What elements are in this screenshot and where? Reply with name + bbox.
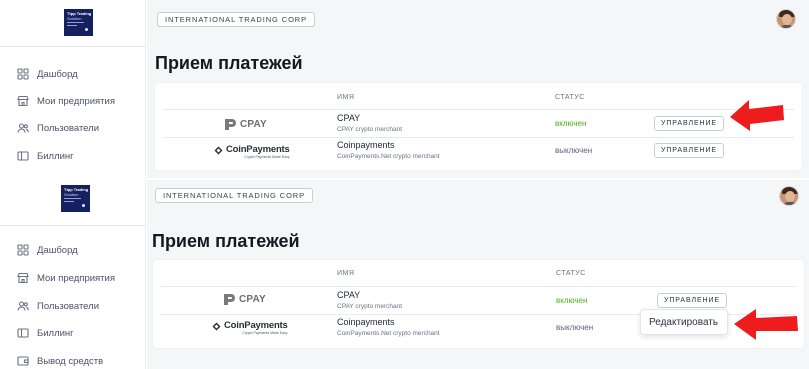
sidebar-item-label: Пользователи — [37, 122, 100, 134]
sidebar-item-label: Пользователи — [37, 300, 100, 312]
cpay-logo-icon — [224, 294, 235, 305]
row-divider — [161, 286, 796, 287]
sidebar-item-billing[interactable]: Биллинг — [17, 150, 74, 162]
sidebar-item-label: Мои предприятия — [37, 272, 115, 284]
column-header-name: ИМЯ — [337, 270, 355, 277]
billing-icon — [17, 328, 29, 338]
company-logo[interactable]: Ttpp Trading Solution — [64, 9, 93, 36]
column-header-status: СТАТУС — [555, 94, 585, 101]
coinpayments-logo-icon — [212, 322, 221, 331]
sidebar-item-label: Биллинг — [37, 327, 74, 339]
company-logo[interactable]: Ttpp Trading Solution — [61, 185, 90, 212]
sidebar-item-withdraw[interactable]: Вывод средств — [17, 355, 103, 367]
sidebar-divider — [0, 46, 146, 47]
merchant-description: CoinPayments.Net crypto merchant — [337, 153, 440, 160]
cpay-logo: CPAY — [222, 293, 266, 306]
billing-icon — [17, 151, 29, 161]
payment-methods-table: ИМЯ СТАТУС CPAY CPAY CPAY crypto merchan… — [155, 83, 802, 170]
users-icon — [17, 301, 29, 311]
main-content: INTERNATIONAL TRADING CORP Прием платеже… — [147, 180, 809, 369]
cpay-logo: CPAY — [223, 118, 267, 131]
edit-menu-item[interactable]: Редактировать — [640, 309, 728, 335]
cpay-logo-icon — [225, 119, 236, 130]
sidebar-item-enterprises[interactable]: Мои предприятия — [17, 272, 115, 284]
sidebar-item-users[interactable]: Пользователи — [17, 300, 99, 312]
user-avatar[interactable] — [776, 9, 796, 29]
page-title: Прием платежей — [152, 231, 300, 251]
dashboard-icon — [17, 68, 29, 80]
screenshot-bottom: Ttpp Trading Solution Дашборд Мои предпр… — [0, 180, 809, 369]
manage-button[interactable]: УПРАВЛЕНИЕ — [654, 143, 724, 158]
user-avatar[interactable] — [779, 186, 799, 206]
red-arrow-icon — [734, 309, 798, 340]
manage-button[interactable]: УПРАВЛЕНИЕ — [654, 116, 724, 131]
screenshot-top: Ttpp Trading Solution Дашборд Мои предпр… — [0, 0, 809, 178]
coinpayments-logo: CoinPayments Crypto Payments Made Easy — [214, 145, 290, 159]
dashboard-icon — [17, 244, 29, 256]
status-badge: включен — [555, 119, 587, 128]
merchant-name: CPAY — [337, 113, 361, 123]
store-icon — [17, 272, 29, 284]
merchant-description: CPAY crypto merchant — [337, 303, 403, 310]
merchant-description: CoinPayments.Net crypto merchant — [337, 330, 440, 337]
company-selector[interactable]: INTERNATIONAL TRADING CORP — [155, 188, 314, 203]
column-header-status: СТАТУС — [556, 270, 586, 277]
manage-button[interactable]: УПРАВЛЕНИЕ — [657, 293, 727, 308]
sidebar-item-users[interactable]: Пользователи — [17, 122, 99, 134]
row-divider — [163, 137, 794, 138]
sidebar-item-enterprises[interactable]: Мои предприятия — [17, 95, 115, 107]
merchant-name: CPAY — [337, 290, 361, 300]
store-icon — [17, 95, 29, 107]
sidebar: Ttpp Trading Solution Дашборд Мои предпр… — [0, 180, 146, 369]
coinpayments-logo-icon — [214, 146, 223, 155]
sidebar-item-label: Дашборд — [37, 68, 78, 80]
sidebar-divider — [0, 225, 146, 226]
column-header-name: ИМЯ — [337, 94, 355, 101]
sidebar-item-label: Мои предприятия — [37, 95, 115, 107]
sidebar-item-label: Вывод средств — [37, 355, 104, 367]
sidebar-item-billing[interactable]: Биллинг — [17, 327, 74, 339]
coinpayments-logo: CoinPayments Crypto Payments Made Easy — [212, 321, 288, 335]
sidebar-item-dashboard[interactable]: Дашборд — [17, 244, 78, 256]
red-arrow-icon — [730, 100, 784, 131]
status-badge: выключен — [555, 146, 593, 155]
row-divider — [163, 109, 794, 110]
wallet-icon — [17, 356, 29, 366]
sidebar: Ttpp Trading Solution Дашборд Мои предпр… — [0, 0, 146, 178]
company-selector[interactable]: INTERNATIONAL TRADING CORP — [157, 12, 316, 27]
sidebar-item-label: Дашборд — [37, 244, 78, 256]
page-title: Прием платежей — [155, 53, 303, 73]
merchant-name: Coinpayments — [337, 317, 395, 327]
sidebar-item-dashboard[interactable]: Дашборд — [17, 68, 78, 80]
main-content: INTERNATIONAL TRADING CORP Прием платеже… — [147, 0, 809, 178]
status-badge: включен — [556, 296, 588, 305]
sidebar-item-label: Биллинг — [37, 150, 74, 162]
merchant-name: Coinpayments — [337, 140, 395, 150]
merchant-description: CPAY crypto merchant — [337, 126, 403, 133]
users-icon — [17, 123, 29, 133]
status-badge: выключен — [556, 323, 594, 332]
